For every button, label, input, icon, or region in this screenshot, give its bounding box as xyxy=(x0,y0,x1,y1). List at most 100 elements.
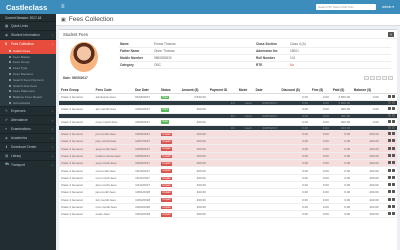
expenses-icon: ✎ xyxy=(5,108,9,113)
sidebar-item-quick-links[interactable]: ▦ Quick Links xyxy=(0,21,56,30)
sidebar-item-library[interactable]: ▤ Library ‹ xyxy=(0,150,56,160)
print-icon[interactable] xyxy=(392,132,395,136)
cell-date xyxy=(253,166,280,175)
status-badge: Unpaid xyxy=(160,183,173,188)
pdf-icon[interactable] xyxy=(382,76,387,80)
info-value: Class 4 (A) xyxy=(289,41,391,49)
cell-actions xyxy=(380,210,397,219)
sidebar-item-attendance[interactable]: ✔ Attendance ‹ xyxy=(0,114,56,124)
cell-paid: 0.00 xyxy=(330,130,353,139)
excel-icon[interactable] xyxy=(370,76,375,80)
add-payment-icon[interactable] xyxy=(388,205,391,208)
cell-group: Class 4 General xyxy=(59,181,94,190)
cell-amount: 400.00 xyxy=(179,188,208,197)
add-payment-icon[interactable] xyxy=(388,161,391,165)
sidebar-item-fees-collection[interactable]: $ Fees Collection ‹ xyxy=(0,39,56,48)
cell-mode xyxy=(236,137,254,146)
add-payment-icon[interactable] xyxy=(388,175,391,179)
cell-mode xyxy=(236,181,254,190)
add-fees-button[interactable]: + xyxy=(388,31,394,37)
add-payment-icon[interactable] xyxy=(388,132,391,136)
add-payment-icon[interactable] xyxy=(388,190,391,194)
print-icon[interactable] xyxy=(392,168,395,172)
add-payment-icon[interactable] xyxy=(388,107,391,111)
cell-status: Unpaid xyxy=(158,174,180,182)
fees-row: Class 4 General uniform-dress-fees 10/05/2… xyxy=(59,152,397,161)
sidebar-nav: ▦ Quick Links ◉ Student Information ‹ $ Fees C… xyxy=(0,21,56,48)
info-value: OBC xyxy=(153,61,255,69)
cell-code: uniform-dress-fees xyxy=(93,152,134,161)
add-payment-icon[interactable] xyxy=(388,197,391,201)
search-input[interactable]: Search By Name Roll Num xyxy=(316,4,377,10)
cell-fine: 0.00 xyxy=(309,105,331,114)
info-value: Oliver Thomas xyxy=(153,47,255,56)
sidebar: Castleclass Current Session: 2017-18 ▦ Qu… xyxy=(0,0,56,250)
revert-icon[interactable] xyxy=(388,101,391,105)
add-payment-icon[interactable] xyxy=(388,183,391,187)
cell-actions xyxy=(380,118,397,126)
csv-icon[interactable] xyxy=(376,76,381,80)
print-icon[interactable] xyxy=(392,119,395,123)
sidebar-item-download-center[interactable]: ⬇ Download Center ‹ xyxy=(0,141,56,151)
brand-logo[interactable]: Castleclass xyxy=(0,0,56,14)
print-icon[interactable] xyxy=(392,107,395,111)
status-badge: Unpaid xyxy=(160,132,173,137)
info-label: Class Section xyxy=(255,41,289,49)
cell-group: Class 4 General xyxy=(59,166,94,175)
download-center-icon: ⬇ xyxy=(5,144,9,149)
add-payment-icon[interactable] xyxy=(388,168,391,172)
revert-icon[interactable] xyxy=(388,113,391,117)
print-icon[interactable] xyxy=(392,101,395,105)
menu-toggle-icon[interactable]: ≡ xyxy=(61,4,65,10)
fees-row: Class 4 General may-month-fees 10/05/2017 P… xyxy=(59,118,397,126)
add-payment-icon[interactable] xyxy=(388,153,391,157)
print-icon[interactable] xyxy=(392,113,395,117)
add-payment-icon[interactable] xyxy=(388,119,391,123)
cell-paid: 0.00 xyxy=(330,152,353,161)
cell-paid: 0.00 xyxy=(330,188,353,197)
print-icon[interactable] xyxy=(388,76,393,80)
print-icon[interactable] xyxy=(392,139,395,143)
print-icon[interactable] xyxy=(392,205,395,208)
cell-status: Unpaid xyxy=(158,159,180,168)
cell-paid: 0.00 xyxy=(330,210,353,219)
transport-icon: ⛟ xyxy=(5,162,10,167)
cell-fine: 0.00 xyxy=(309,188,331,197)
print-icon[interactable] xyxy=(392,190,395,194)
cell-amount: 400.00 xyxy=(179,130,208,139)
cell-mode xyxy=(236,159,254,168)
print-icon[interactable] xyxy=(392,183,395,187)
sidebar-item-student-information[interactable]: ◉ Student Information ‹ xyxy=(0,30,56,39)
print-icon[interactable] xyxy=(392,175,395,179)
cell-status: Paid xyxy=(158,118,180,126)
chevron-left-icon: ‹ xyxy=(52,144,53,149)
print-icon[interactable] xyxy=(392,161,395,165)
sidebar-item-academics[interactable]: ◈ Academics ‹ xyxy=(0,132,56,142)
user-menu[interactable]: admin ▾ xyxy=(382,5,394,9)
print-icon[interactable] xyxy=(392,146,395,150)
sidebar-item-examinations[interactable]: ≡ Examinations ‹ xyxy=(0,123,56,133)
cell-disc: 0.00 xyxy=(279,203,310,212)
print-icon[interactable] xyxy=(392,212,395,216)
info-value: 9850852630 xyxy=(153,54,255,62)
add-payment-icon[interactable] xyxy=(388,212,391,216)
add-payment-icon[interactable] xyxy=(388,139,391,143)
cell-disc: 0.00 xyxy=(279,130,310,139)
sidebar-item-label: Attendance xyxy=(11,117,28,122)
print-icon[interactable] xyxy=(392,197,395,201)
status-badge: Unpaid xyxy=(160,147,173,151)
print-icon[interactable] xyxy=(392,125,395,129)
sidebar-item-transport[interactable]: ⛟ Transport ‹ xyxy=(0,159,56,169)
circle-icon xyxy=(9,55,11,58)
cell-group: Class 4 General xyxy=(59,159,94,168)
cell-actions xyxy=(380,188,397,197)
revert-icon[interactable] xyxy=(388,125,391,129)
print-icon[interactable] xyxy=(392,95,395,99)
add-payment-icon[interactable] xyxy=(388,95,391,99)
print-icon[interactable] xyxy=(392,153,395,157)
circle-icon xyxy=(9,84,11,87)
sidebar-item-expenses[interactable]: ✎ Expenses ‹ xyxy=(0,105,56,115)
add-payment-icon[interactable] xyxy=(388,146,391,150)
copy-icon[interactable] xyxy=(364,76,369,80)
cell-pid xyxy=(207,159,237,168)
